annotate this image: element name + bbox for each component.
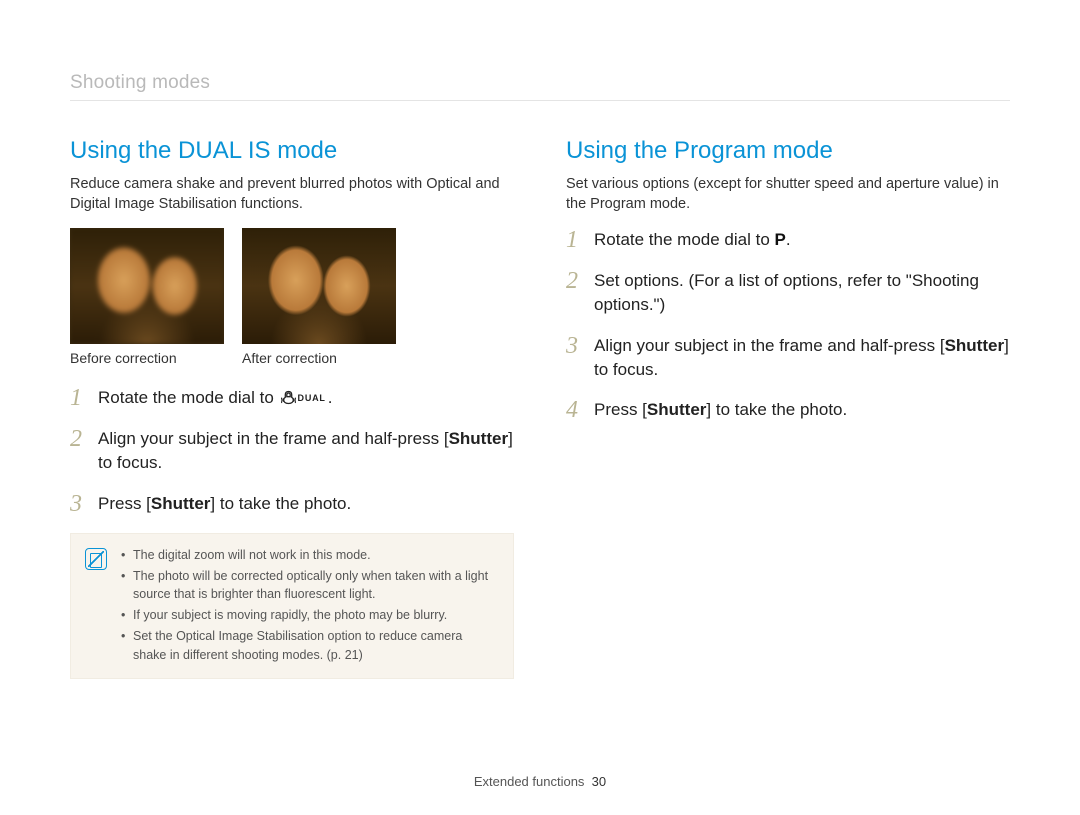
step-text-bold: Shutter	[449, 429, 509, 448]
section-title-dual-is: Using the DUAL IS mode	[70, 137, 514, 165]
step-text-pre: Align your subject in the frame and half…	[98, 429, 449, 448]
dual-is-icon: DUAL	[281, 390, 326, 407]
footer-page-number: 30	[592, 774, 606, 789]
step: 3 Press [Shutter] to take the photo.	[70, 492, 514, 517]
breadcrumb: Shooting modes	[70, 72, 1010, 101]
step: 4 Press [Shutter] to take the photo.	[566, 398, 1010, 423]
step-text-pre: Press [	[98, 494, 151, 513]
caption-row: Before correction After correction	[70, 350, 514, 366]
step: 2 Align your subject in the frame and ha…	[70, 427, 514, 475]
step-text-bold: Shutter	[151, 494, 211, 513]
step-text: Press [Shutter] to take the photo.	[98, 492, 514, 516]
step-text-post: ] to take the photo.	[210, 494, 351, 513]
step-text-pre: Rotate the mode dial to	[98, 388, 279, 407]
step: 1 Rotate the mode dial to DUAL.	[70, 386, 514, 411]
note-item: The photo will be corrected optically on…	[121, 567, 499, 605]
steps-program: 1 Rotate the mode dial to P. 2 Set optio…	[566, 228, 1010, 423]
step-number: 3	[70, 492, 98, 517]
image-before-correction	[70, 228, 224, 344]
step-text-bold: Shutter	[945, 336, 1005, 355]
step-number: 1	[70, 386, 98, 411]
step-text: Rotate the mode dial to DUAL.	[98, 386, 514, 410]
step-text: Align your subject in the frame and half…	[98, 427, 514, 475]
mode-p-icon: P	[775, 230, 786, 249]
note-icon	[85, 548, 107, 570]
step-text: Rotate the mode dial to P.	[594, 228, 1010, 252]
note-item: The digital zoom will not work in this m…	[121, 546, 499, 565]
left-column: Using the DUAL IS mode Reduce camera sha…	[70, 137, 514, 679]
page-footer: Extended functions 30	[0, 774, 1080, 789]
steps-dual-is: 1 Rotate the mode dial to DUAL. 2 Align …	[70, 386, 514, 517]
step-text-pre: Align your subject in the frame and half…	[594, 336, 945, 355]
step-text: Align your subject in the frame and half…	[594, 334, 1010, 382]
step-text-pre: Press [	[594, 400, 647, 419]
step-text: Press [Shutter] to take the photo.	[594, 398, 1010, 422]
step-text-post: .	[786, 230, 791, 249]
comparison-images	[70, 228, 514, 344]
caption-after: After correction	[242, 350, 396, 366]
step-text-post: ] to take the photo.	[706, 400, 847, 419]
page: Shooting modes Using the DUAL IS mode Re…	[0, 0, 1080, 679]
step-number: 1	[566, 228, 594, 253]
section-title-program: Using the Program mode	[566, 137, 1010, 165]
step-text-pre: Rotate the mode dial to	[594, 230, 775, 249]
step-number: 2	[566, 269, 594, 294]
step: 3 Align your subject in the frame and ha…	[566, 334, 1010, 382]
step-text-bold: Shutter	[647, 400, 707, 419]
content-columns: Using the DUAL IS mode Reduce camera sha…	[70, 137, 1010, 679]
step: 1 Rotate the mode dial to P.	[566, 228, 1010, 253]
note-item: If your subject is moving rapidly, the p…	[121, 606, 499, 625]
intro-program: Set various options (except for shutter …	[566, 175, 1010, 214]
step-text-post: .	[328, 388, 333, 407]
step: 2 Set options. (For a list of options, r…	[566, 269, 1010, 317]
caption-before: Before correction	[70, 350, 224, 366]
dual-is-icon-label: DUAL	[298, 392, 326, 405]
intro-dual-is: Reduce camera shake and prevent blurred …	[70, 175, 514, 214]
note-item: Set the Optical Image Stabilisation opti…	[121, 627, 499, 665]
step-number: 3	[566, 334, 594, 359]
note-box: The digital zoom will not work in this m…	[70, 533, 514, 680]
step-text: Set options. (For a list of options, ref…	[594, 269, 1010, 317]
footer-section: Extended functions	[474, 774, 585, 789]
image-after-correction	[242, 228, 396, 344]
right-column: Using the Program mode Set various optio…	[566, 137, 1010, 679]
step-number: 2	[70, 427, 98, 452]
note-list: The digital zoom will not work in this m…	[121, 546, 499, 667]
step-number: 4	[566, 398, 594, 423]
